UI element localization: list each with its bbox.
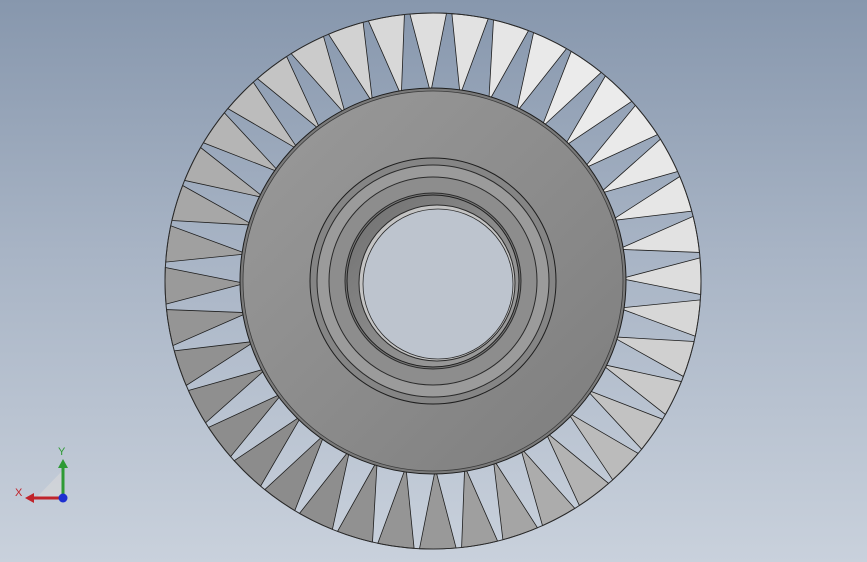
turbine-blade	[165, 225, 248, 263]
turbine-blade	[620, 257, 702, 295]
triad-y-arrow	[58, 459, 68, 468]
turbine-wheel-model[interactable]	[0, 0, 867, 562]
triad-z-axis	[58, 493, 68, 503]
triad-plane-shade	[36, 470, 63, 498]
turbine-blade	[461, 466, 499, 548]
triad-y-label: Y	[58, 446, 66, 458]
turbine-blade	[618, 299, 701, 337]
turbine-blade	[451, 13, 489, 96]
turbine-blade	[377, 466, 415, 549]
center-bore	[346, 194, 520, 368]
view-triad[interactable]: X Y	[0, 440, 90, 510]
triad-x-label: X	[15, 487, 23, 499]
turbine-blade	[164, 267, 246, 305]
graphics-viewport[interactable]: X Y	[0, 0, 867, 562]
turbine-blade	[618, 215, 700, 253]
turbine-blade	[367, 14, 405, 96]
turbine-blade	[409, 12, 447, 94]
triad-x-arrow	[25, 493, 34, 503]
turbine-blade	[166, 309, 248, 347]
turbine-blade	[419, 468, 457, 550]
